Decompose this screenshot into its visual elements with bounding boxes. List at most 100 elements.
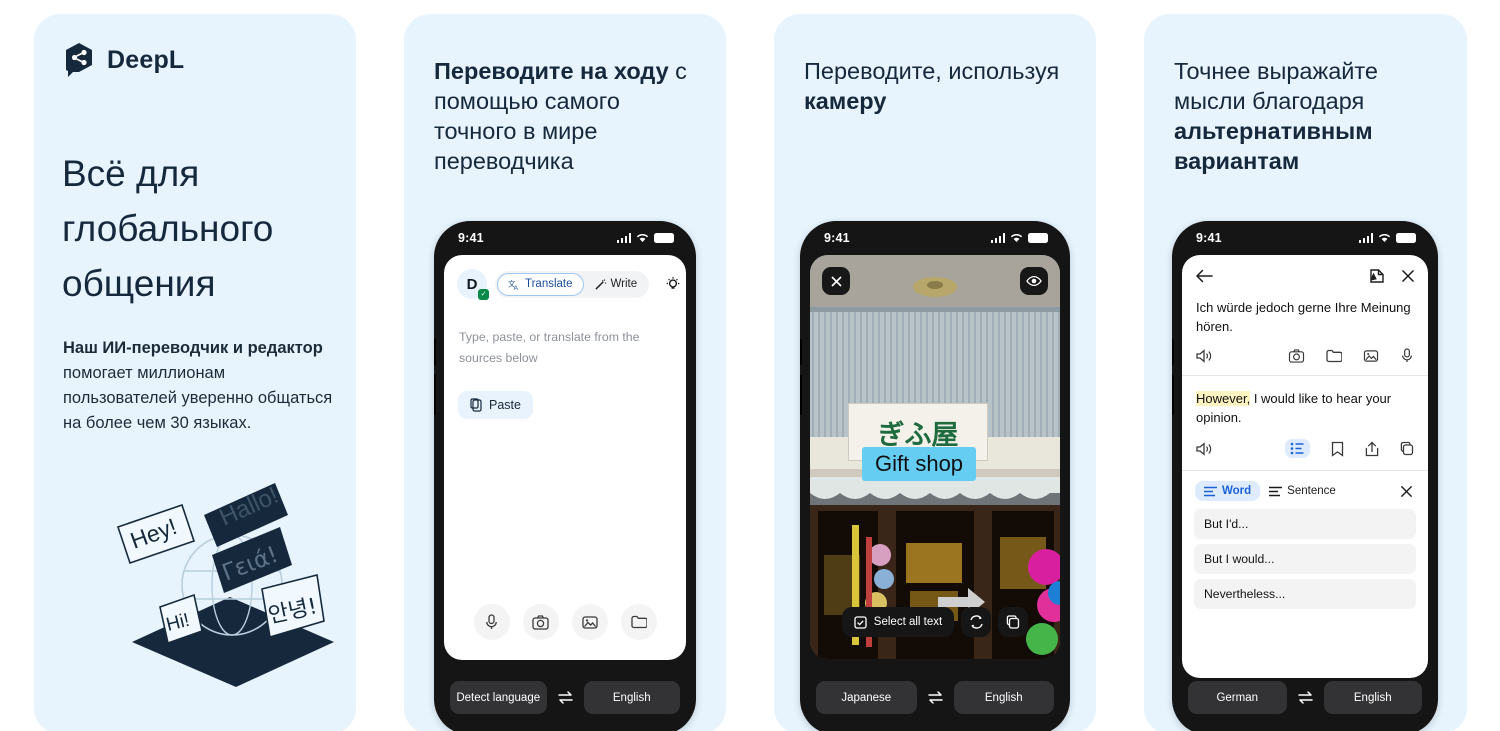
lightbulb-icon[interactable] [665,276,681,292]
tab-translate[interactable]: 文A Translate [497,272,584,296]
speaker-icon[interactable] [1196,348,1212,363]
select-all-icon [854,615,867,629]
alternatives-list: But I'd... But I would... Nevertheless..… [1182,509,1428,609]
battery-icon [1028,233,1048,243]
source-text[interactable]: Ich würde jedoch gerne Ihre Meinung höre… [1182,284,1428,336]
image-icon[interactable] [1363,349,1379,363]
paste-button[interactable]: Paste [458,391,533,419]
source-language-button[interactable]: Japanese [816,681,917,714]
cellular-bars-icon [1358,233,1373,243]
camera-icon[interactable] [522,604,559,640]
word-lines-icon [1204,486,1217,497]
paste-label: Paste [489,398,521,412]
wifi-icon [1010,233,1023,243]
share-icon[interactable] [1365,440,1379,457]
input-source-actions [444,604,686,640]
swap-arrows-icon[interactable] [557,690,574,705]
battery-icon [1396,233,1416,243]
cellular-bars-icon [616,233,631,243]
avatar[interactable]: D ✓ [457,269,489,300]
status-clock: 9:41 [824,231,850,245]
language-bar-4: German English [1172,660,1438,731]
phone-volume-down [434,375,436,415]
isometric-globe-speech-bubbles-illustration: Hallo! Hey! Γειά! Hi! 안녕! [112,479,352,689]
back-arrow-icon[interactable] [1195,269,1213,283]
close-icon[interactable] [1400,485,1413,498]
phone-mockup-3: 9:41 ぎふ屋 Gift shop Select all text Japan… [800,221,1070,731]
status-bar-4: 9:41 [1172,221,1438,255]
language-bar-2: Detect language English [434,660,696,731]
card2-headline-bold: Переводите на ходу [434,58,669,84]
bookmark-icon[interactable] [1331,441,1344,457]
highlighted-word[interactable]: However, [1196,391,1251,406]
alternatives-header: Word Sentence [1182,471,1428,509]
card4-headline: Точнее выражайте мысли благодаря альтерн… [1174,56,1442,176]
battery-icon [654,233,674,243]
translate-icon: 文A [508,278,521,291]
copy-icon[interactable] [998,607,1029,637]
phone-mockup-4: 9:41 Ich würde jedoch gerne Ihre Meinung… [1172,221,1438,731]
card3-headline-rest: Переводите, используя [804,58,1060,84]
swap-arrows-icon[interactable] [1297,690,1314,705]
target-actions [1182,427,1428,470]
target-language-button[interactable]: English [583,681,680,714]
promo-card-3: Переводите, используя камеру 9:41 ぎふ屋 Gi… [774,14,1096,731]
swap-arrows-icon[interactable] [927,690,944,705]
tab-word[interactable]: Word [1195,481,1261,501]
target-text[interactable]: However, I would like to hear your opini… [1182,376,1428,427]
image-icon[interactable] [571,604,608,640]
list-item[interactable]: But I'd... [1194,509,1416,539]
cellular-bars-icon [990,233,1005,243]
camera-tools: Select all text [810,607,1060,637]
source-language-button[interactable]: Detect language [450,681,547,714]
eye-icon[interactable] [1020,267,1048,295]
detail-top-bar [1182,255,1428,284]
tab-sentence[interactable]: Sentence [1260,481,1345,501]
card1-headline: Всё для глобального общения [62,153,274,304]
glossary-icon[interactable] [1369,268,1385,284]
select-all-text-button[interactable]: Select all text [841,607,955,637]
target-language-button[interactable]: English [1323,681,1422,714]
translation-overlay[interactable]: Gift shop [862,447,977,481]
mode-switcher: 文A Translate Write [495,270,650,298]
deepl-logo: DeepL [62,42,184,78]
alternatives-icon[interactable] [1285,439,1310,458]
translate-input-placeholder[interactable]: Type, paste, or translate from the sourc… [444,299,686,369]
microphone-icon[interactable] [473,604,510,640]
select-all-label: Select all text [873,616,943,628]
camera-screen: ぎふ屋 Gift shop Select all text [810,255,1060,659]
close-icon[interactable] [1401,269,1415,283]
source-language-button[interactable]: German [1188,681,1287,714]
tab-write-label: Write [610,278,638,290]
deepl-wordmark: DeepL [107,45,185,74]
status-bar-2: 9:41 [434,221,696,255]
list-item[interactable]: But I would... [1194,544,1416,574]
tab-sentence-label: Sentence [1287,485,1336,497]
speaker-icon[interactable] [1196,441,1212,456]
card1-body-bold: Наш ИИ-переводчик и редактор [63,339,323,357]
translation-detail-screen: Ich würde jedoch gerne Ihre Meinung höre… [1182,255,1428,678]
list-item[interactable]: Nevertheless... [1194,579,1416,609]
target-language-button[interactable]: English [953,681,1054,714]
copy-icon[interactable] [1400,441,1414,456]
camera-top-bar [810,255,1060,307]
wifi-icon [1378,233,1391,243]
tab-write[interactable]: Write [584,274,648,295]
app-toolbar: D ✓ 文A Translate Write [444,255,686,300]
microphone-icon[interactable] [1400,348,1414,363]
phone-volume-up [1172,339,1174,365]
refresh-icon[interactable] [961,607,992,637]
tab-translate-label: Translate [525,278,573,290]
camera-icon[interactable] [1288,348,1305,363]
verified-shield-icon: ✓ [478,289,489,300]
screenshot-stage: DeepL Всё для глобального общения Наш ИИ… [0,0,1500,731]
deepl-logo-icon [62,42,96,78]
folder-icon[interactable] [620,604,657,640]
card2-headline: Переводите на ходу с помощью самого точн… [434,56,702,176]
svg-text:A: A [514,285,519,291]
card1-body-rest: помогает миллионам пользователей уверенн… [63,364,333,432]
sentence-lines-icon [1269,486,1283,497]
status-clock: 9:41 [458,231,484,245]
close-icon[interactable] [822,267,850,295]
folder-icon[interactable] [1326,349,1342,363]
